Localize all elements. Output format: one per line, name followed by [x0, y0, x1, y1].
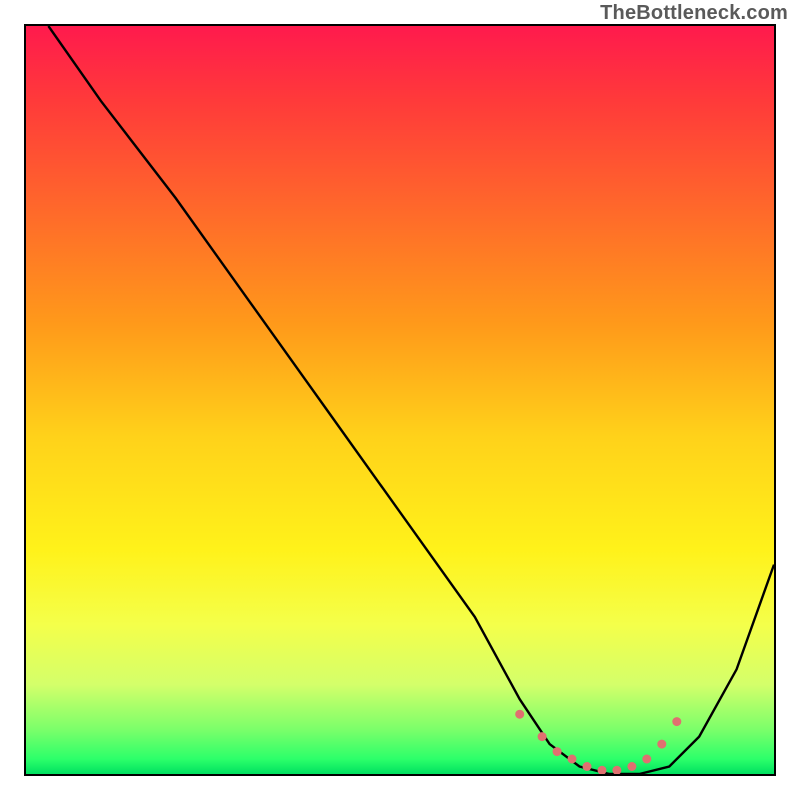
trough-marker-dot [553, 747, 562, 756]
bottleneck-curve-line [48, 26, 774, 774]
trough-marker-dot [657, 740, 666, 749]
trough-marker-dot [642, 755, 651, 764]
trough-marker-dot [515, 710, 524, 719]
trough-marker-dot [612, 766, 621, 774]
trough-marker-dot [583, 762, 592, 771]
trough-marker-dot [568, 755, 577, 764]
trough-marker-dots [515, 710, 681, 774]
trough-marker-dot [627, 762, 636, 771]
trough-marker-dot [538, 732, 547, 741]
curve-layer [26, 26, 774, 774]
watermark-text: TheBottleneck.com [600, 2, 788, 25]
plot-area [24, 24, 776, 776]
trough-marker-dot [672, 717, 681, 726]
bottleneck-chart: TheBottleneck.com [0, 0, 800, 800]
trough-marker-dot [598, 766, 607, 774]
